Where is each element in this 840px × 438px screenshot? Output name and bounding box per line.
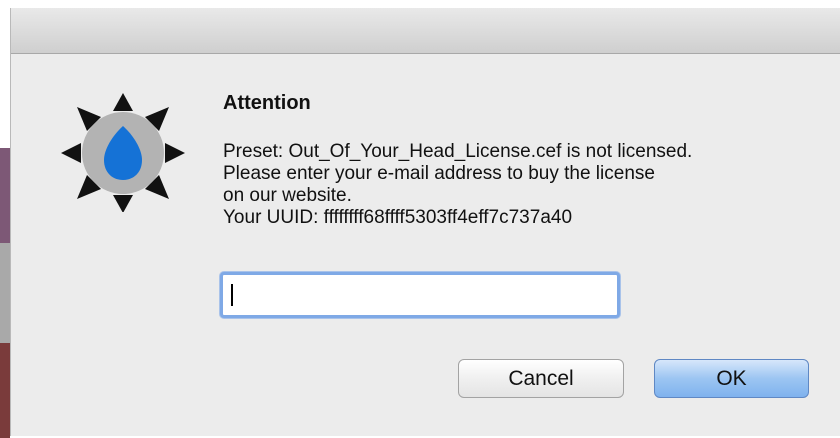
dialog-title: Attention bbox=[223, 92, 311, 114]
message-line-website: on our website. bbox=[223, 185, 352, 206]
background-window-edge bbox=[0, 243, 10, 343]
ok-button[interactable]: OK bbox=[654, 359, 809, 398]
dialog-titlebar[interactable] bbox=[11, 8, 840, 54]
cancel-button[interactable]: Cancel bbox=[458, 359, 624, 398]
screen: Attention Preset: Out_Of_Your_Head_Licen… bbox=[0, 0, 840, 438]
text-caret bbox=[231, 284, 233, 306]
message-line-email-request: Please enter your e-mail address to buy … bbox=[223, 163, 655, 184]
sun-badge-icon bbox=[58, 92, 188, 213]
dialog-message: Preset: Out_Of_Your_Head_License.cef is … bbox=[223, 141, 823, 229]
email-field[interactable] bbox=[220, 272, 620, 318]
background-window-edge bbox=[0, 148, 10, 243]
background-window-edge bbox=[0, 343, 10, 438]
message-line-license: Preset: Out_Of_Your_Head_License.cef is … bbox=[223, 141, 693, 162]
sun-badge-icon-graphic bbox=[61, 93, 185, 213]
ray-left bbox=[61, 143, 81, 163]
ray-bottom bbox=[113, 195, 133, 213]
sun-rays bbox=[61, 93, 185, 213]
ray-right bbox=[165, 143, 185, 163]
message-line-uuid: Your UUID: ffffffff68ffff5303ff4eff7c737… bbox=[223, 207, 573, 228]
email-input[interactable] bbox=[223, 275, 617, 315]
ray-top bbox=[113, 93, 133, 111]
